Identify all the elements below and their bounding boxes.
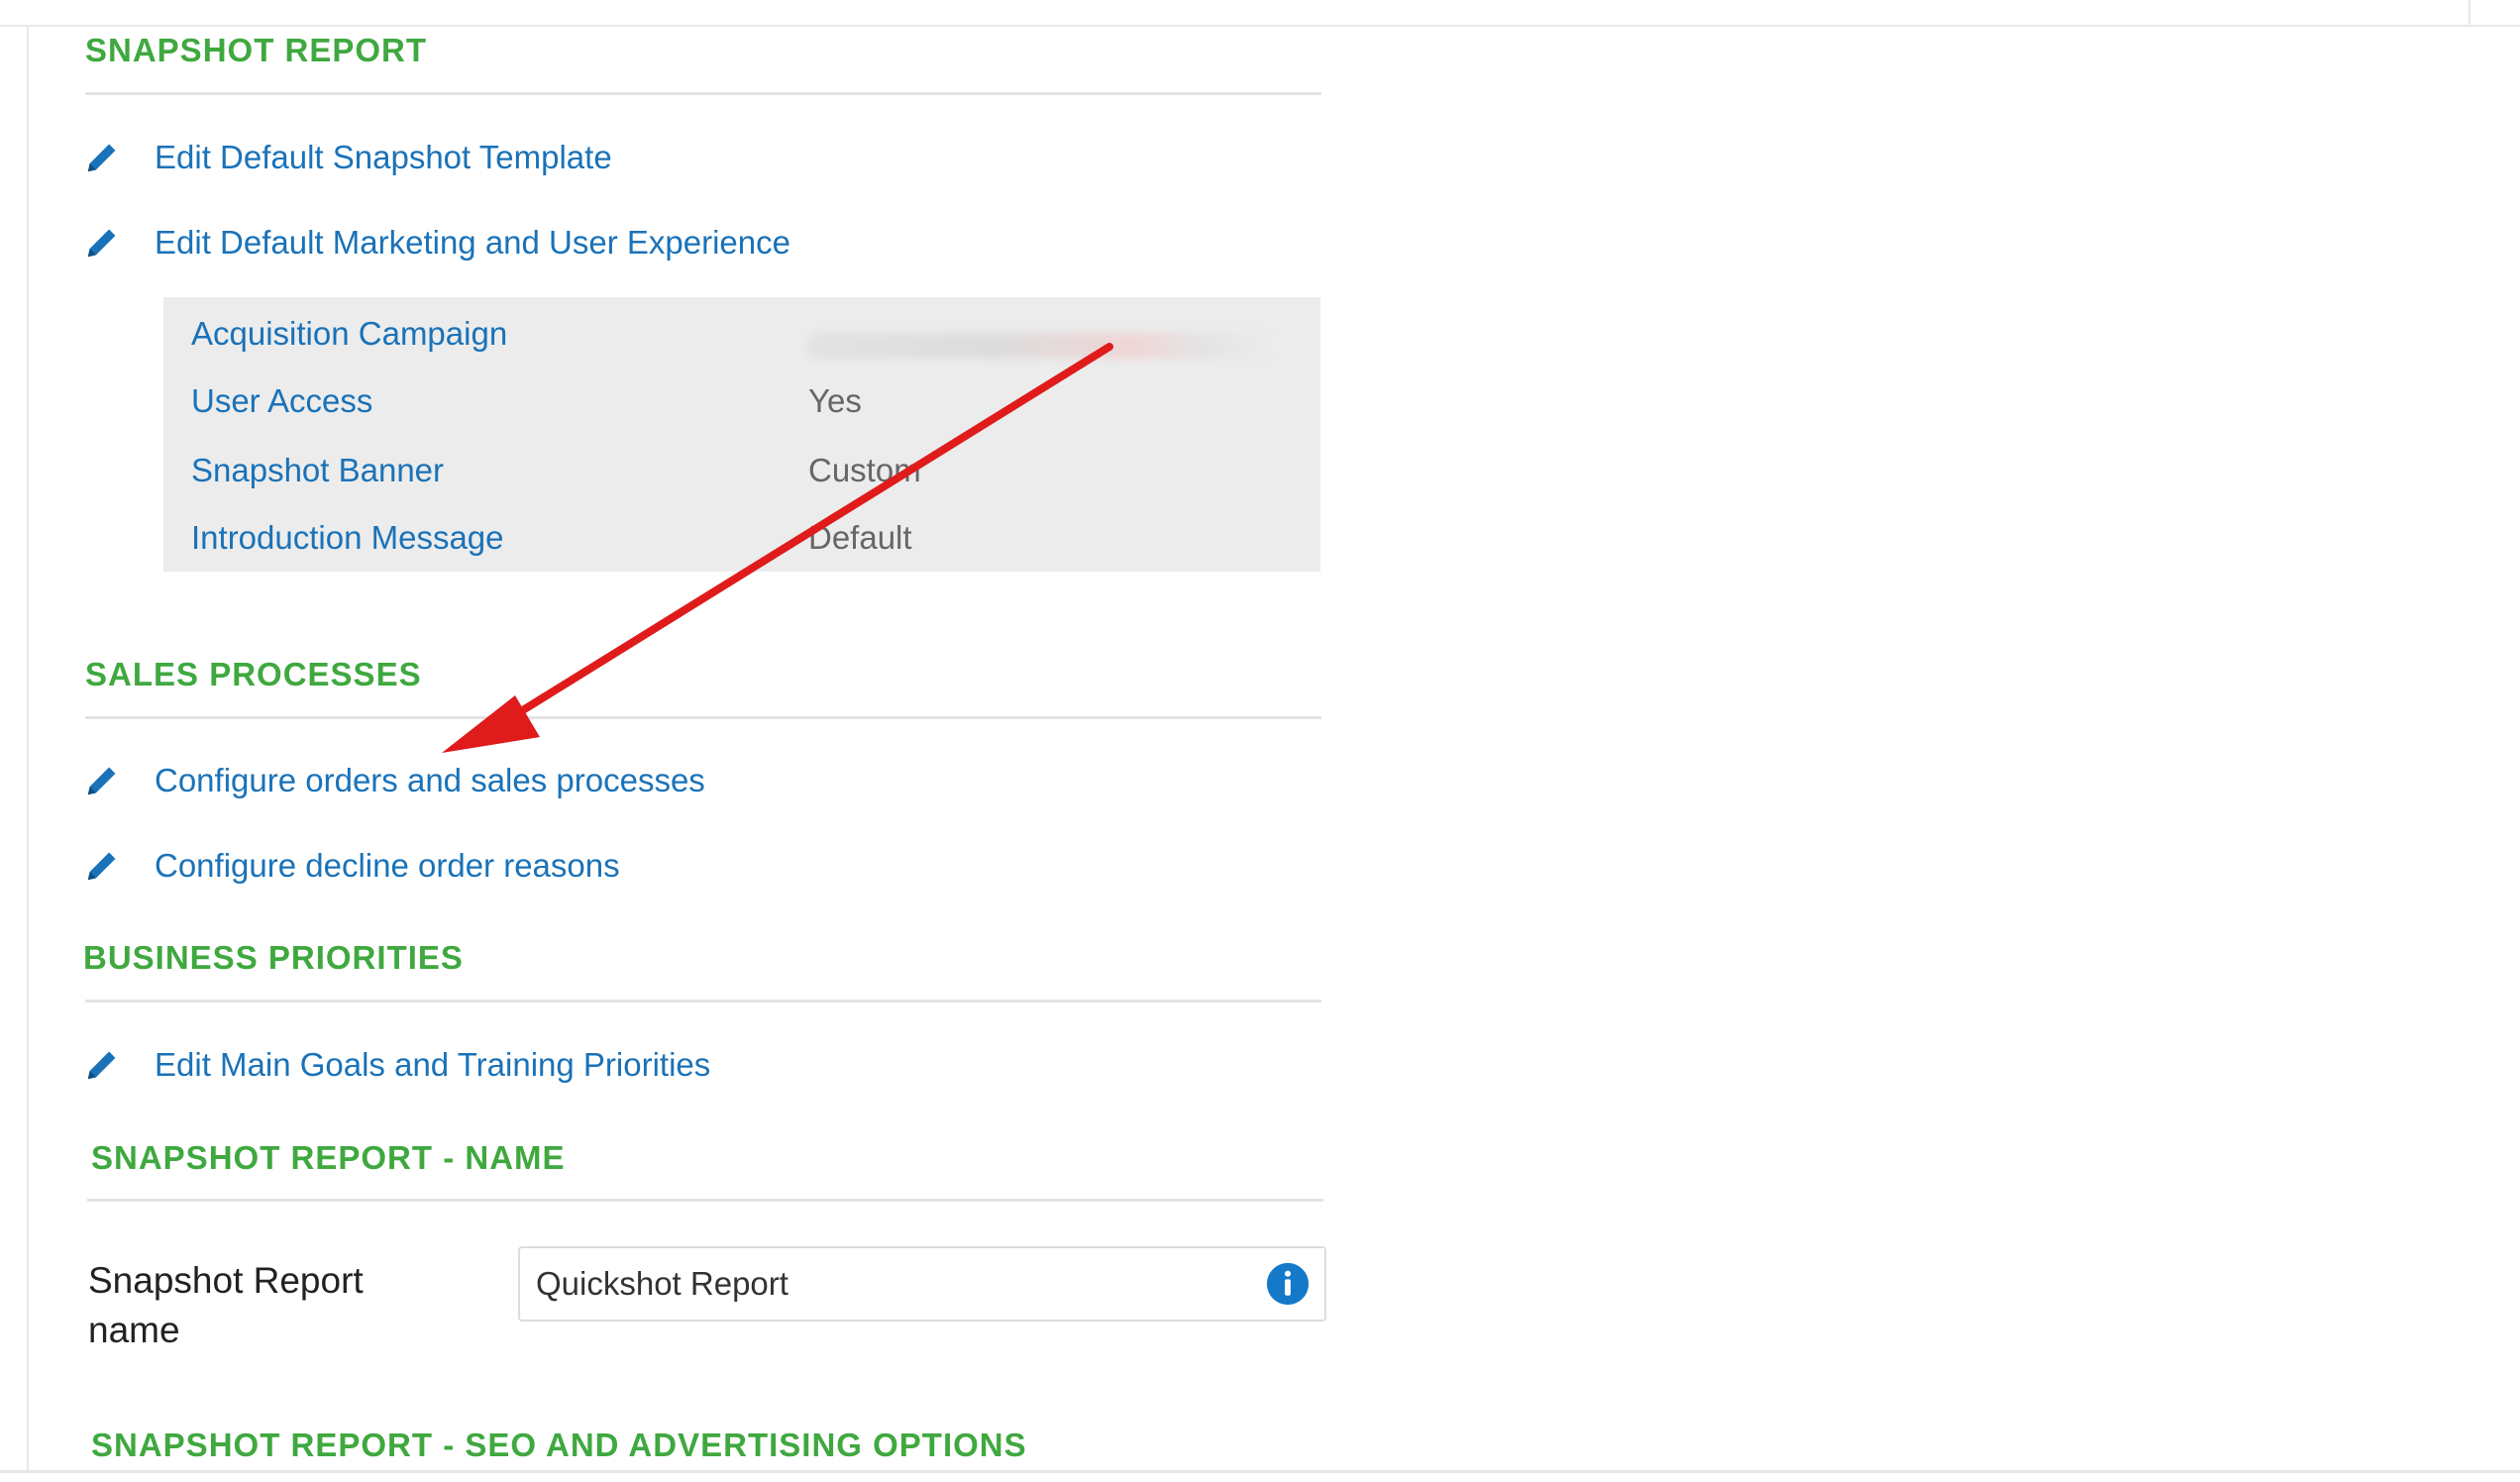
pencil-icon [87,144,116,172]
snapshot-report-name-value: Quickshot Report [536,1265,788,1302]
section-divider [85,1000,1321,1003]
redacted-value [808,333,1274,359]
info-icon[interactable] [1265,1261,1311,1307]
pencil-icon [87,1051,116,1080]
pencil-icon [87,767,116,795]
summary-key[interactable]: Snapshot Banner [191,452,444,489]
section-title-sales-processes: SALES PROCESSES [85,656,422,692]
summary-key[interactable]: Introduction Message [191,519,504,557]
configure-orders-sales-processes-link[interactable]: Configure orders and sales processes [83,762,705,799]
link-label: Configure decline order reasons [155,847,620,884]
summary-row-introduction-message: Introduction Message Default [163,519,1320,579]
link-label: Configure orders and sales processes [155,762,705,798]
section-divider [87,1199,1323,1202]
summary-key[interactable]: Acquisition Campaign [191,315,507,353]
edit-main-goals-training-priorities-link[interactable]: Edit Main Goals and Training Priorities [83,1046,710,1084]
section-divider [85,716,1321,719]
pencil-icon [87,852,116,881]
summary-value: Yes [808,382,862,419]
marketing-summary-panel: Acquisition Campaign User Access Yes Sna… [163,297,1320,572]
bottom-divider [0,1470,2520,1473]
snapshot-report-name-input[interactable]: Quickshot Report [518,1246,1326,1322]
edit-default-snapshot-template-link[interactable]: Edit Default Snapshot Template [83,139,612,176]
annotation-arrow-head [442,695,540,753]
pencil-icon [87,229,116,258]
settings-page: SNAPSHOT REPORT Edit Default Snapshot Te… [0,0,2520,1482]
section-title-snapshot-report: SNAPSHOT REPORT [85,32,428,68]
snapshot-report-name-label: Snapshot Report name [88,1260,364,1350]
top-divider-tick [2468,0,2470,25]
link-label: Edit Default Marketing and User Experien… [155,224,790,261]
summary-row-snapshot-banner: Snapshot Banner Custom [163,452,1320,511]
link-label: Edit Default Snapshot Template [155,139,612,175]
section-title-business-priorities: BUSINESS PRIORITIES [83,939,464,976]
summary-value: Custom [808,452,921,488]
left-border [27,25,29,1471]
edit-default-marketing-link[interactable]: Edit Default Marketing and User Experien… [83,224,790,262]
top-divider [0,25,2520,27]
link-label: Edit Main Goals and Training Priorities [155,1046,711,1083]
section-title-seo-advertising: SNAPSHOT REPORT - SEO AND ADVERTISING OP… [91,1427,1027,1463]
summary-key[interactable]: User Access [191,382,372,420]
summary-row-acquisition-campaign: Acquisition Campaign [163,315,1320,374]
configure-decline-order-reasons-link[interactable]: Configure decline order reasons [83,847,620,885]
summary-value: Default [808,519,912,556]
section-divider [85,92,1321,95]
summary-row-user-access: User Access Yes [163,382,1320,442]
section-title-snapshot-report-name: SNAPSHOT REPORT - NAME [91,1139,566,1176]
